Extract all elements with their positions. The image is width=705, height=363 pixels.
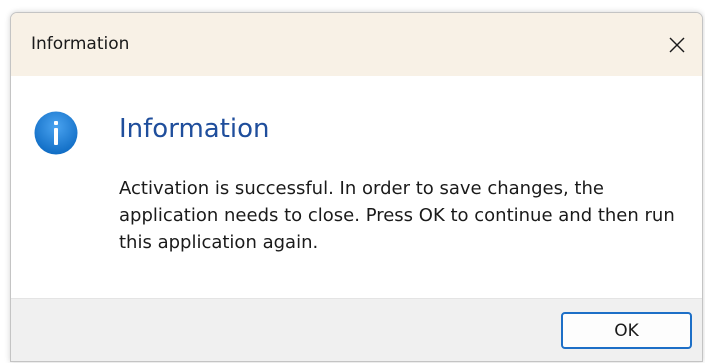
close-button[interactable] <box>652 13 702 76</box>
information-dialog: Information Information Activation is su… <box>10 12 703 362</box>
window-title: Information <box>31 34 130 54</box>
ok-button[interactable]: OK <box>561 312 692 349</box>
message-text: Activation is successful. In order to sa… <box>119 178 675 253</box>
background-edge <box>0 0 8 363</box>
main-instruction: Information <box>119 114 270 144</box>
info-icon <box>34 111 78 155</box>
close-icon <box>669 37 685 52</box>
button-bar: OK <box>11 298 702 361</box>
title-bar[interactable]: Information <box>11 13 702 76</box>
dialog-content: Information Activation is successful. In… <box>11 76 702 298</box>
